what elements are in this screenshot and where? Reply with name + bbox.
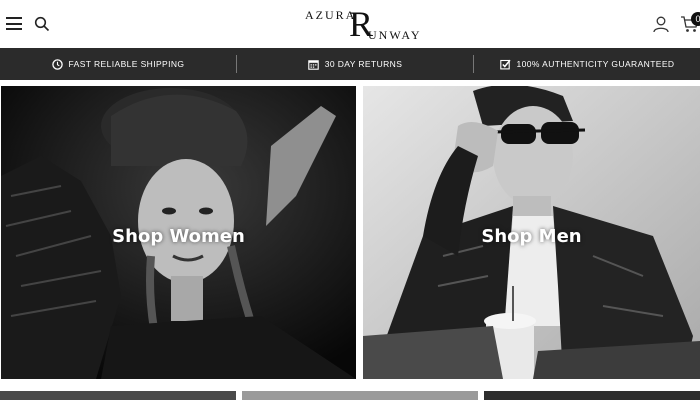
- cart-count-badge: 0: [691, 12, 700, 26]
- category-banner-partial[interactable]: [242, 391, 478, 400]
- shop-men-label[interactable]: Shop Men: [363, 226, 700, 247]
- site-header: AZURA R UNWAY 0: [0, 0, 700, 48]
- promo-label-returns: 30 DAY RETURNS: [324, 59, 403, 69]
- promo-item-shipping: FAST RELIABLE SHIPPING: [0, 48, 236, 80]
- promo-label-shipping: FAST RELIABLE SHIPPING: [68, 59, 185, 69]
- logo-word-bottom: UNWAY: [368, 28, 422, 42]
- clock-icon: [51, 58, 63, 70]
- promo-bar: FAST RELIABLE SHIPPING 30 DAY RETURNS 10…: [0, 48, 700, 80]
- shop-women-banner[interactable]: Shop Women: [1, 86, 356, 379]
- hamburger-menu-icon[interactable]: [6, 17, 22, 30]
- search-icon[interactable]: [34, 16, 50, 32]
- promo-item-authenticity: 100% AUTHENTICITY GUARANTEED: [474, 48, 700, 80]
- account-icon[interactable]: [652, 15, 670, 33]
- category-banner-partial[interactable]: [0, 391, 236, 400]
- promo-item-returns: 30 DAY RETURNS: [237, 48, 473, 80]
- calendar-icon: [307, 59, 319, 70]
- shop-women-label[interactable]: Shop Women: [1, 226, 356, 247]
- shop-men-banner[interactable]: Shop Men: [363, 86, 700, 379]
- site-logo[interactable]: AZURA R UNWAY: [302, 5, 420, 45]
- category-banner-partial[interactable]: [484, 391, 700, 400]
- checkbox-icon: [499, 59, 511, 69]
- promo-label-authenticity: 100% AUTHENTICITY GUARANTEED: [516, 59, 675, 69]
